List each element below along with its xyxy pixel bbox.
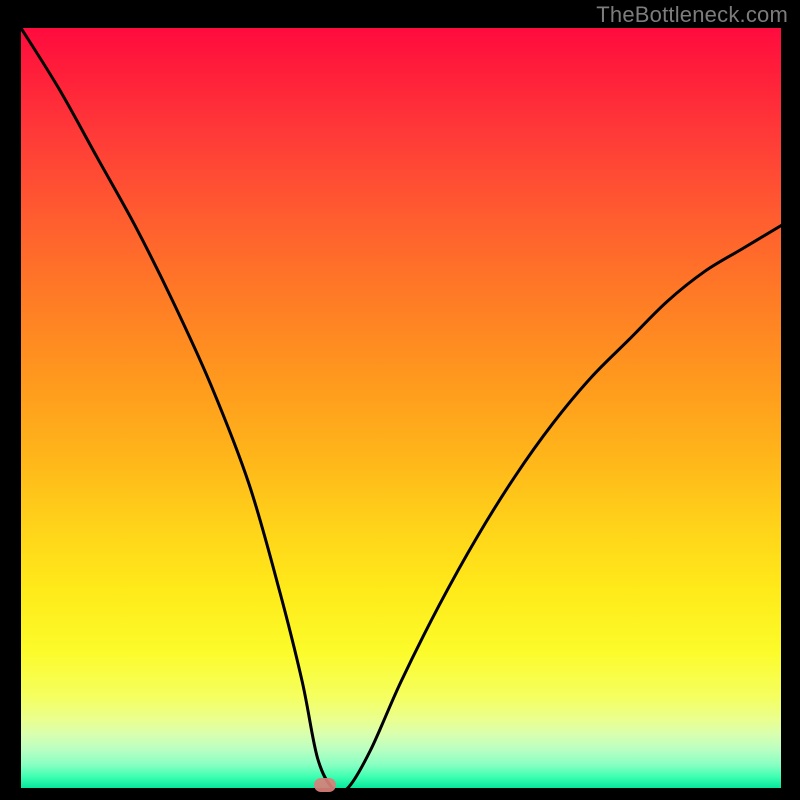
chart-frame: TheBottleneck.com: [0, 0, 800, 800]
plot-area: [21, 28, 781, 788]
bottleneck-curve: [21, 28, 781, 788]
optimal-point-marker: [314, 778, 336, 792]
watermark-text: TheBottleneck.com: [596, 2, 788, 28]
curve-svg: [21, 28, 781, 788]
